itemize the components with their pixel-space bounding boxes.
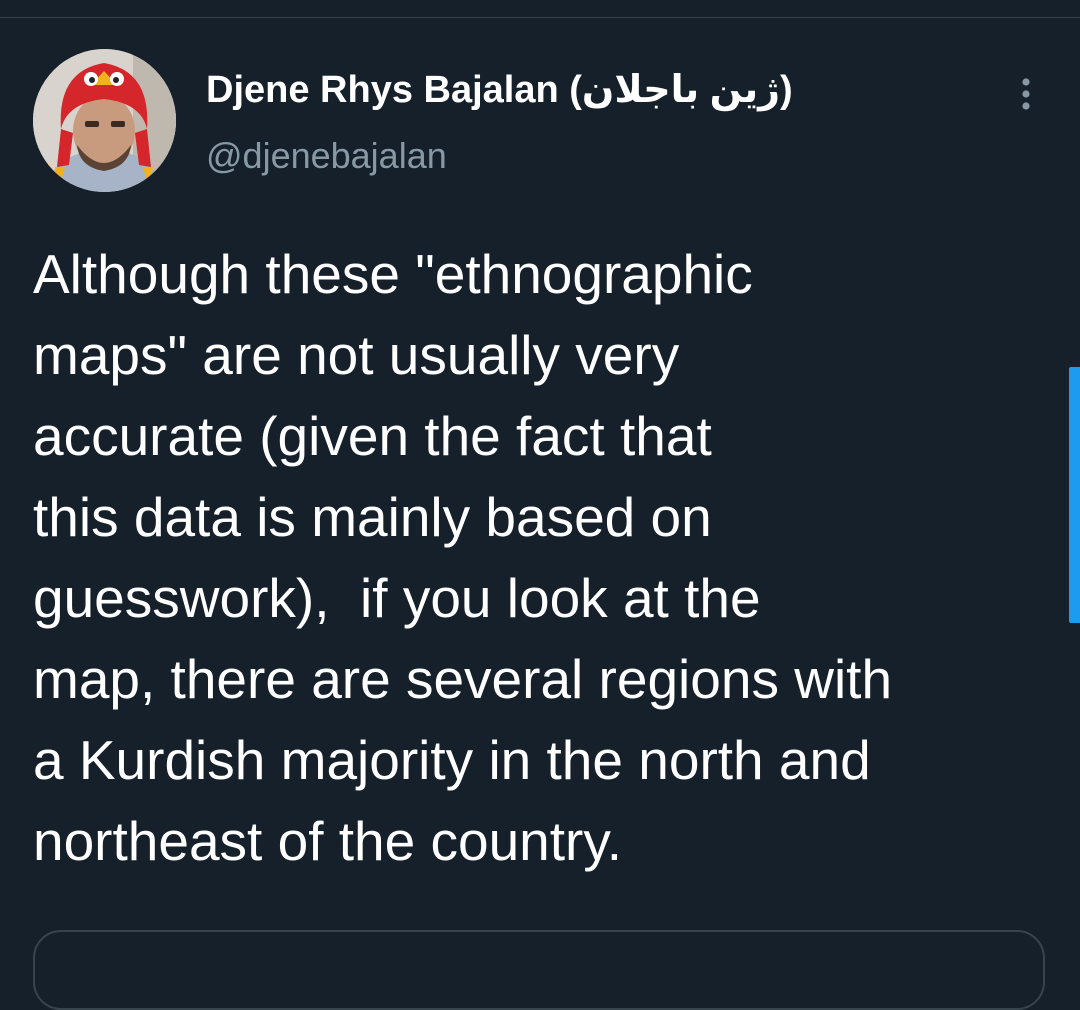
tweet-text-line: this data is mainly based on [33,486,712,548]
tweet-text-line: a Kurdish majority in the north and [33,729,871,791]
more-options-button[interactable] [1002,70,1050,118]
avatar-image [33,49,176,192]
tweet-text-line: accurate (given the fact that [33,405,712,467]
handle[interactable]: @djenebajalan [206,132,447,180]
avatar[interactable] [33,49,176,192]
vertical-ellipsis-icon [1022,78,1030,110]
tweet-text-line: maps" are not usually very [33,324,680,386]
tweet-text-line: Although these "ethnographic [33,243,753,305]
scrollbar[interactable] [1069,367,1080,623]
top-divider [0,17,1080,18]
tweet-text-line: northeast of the country. [33,810,623,872]
tweet-text-line: guesswork), if you look at the [33,567,761,629]
tweet-text: Although these "ethnographic maps" are n… [33,234,1058,882]
display-name[interactable]: Djene Rhys Bajalan (ژین باجلان) [206,66,793,114]
media-card[interactable] [33,930,1045,1010]
tweet-text-line: map, there are several regions with [33,648,893,710]
